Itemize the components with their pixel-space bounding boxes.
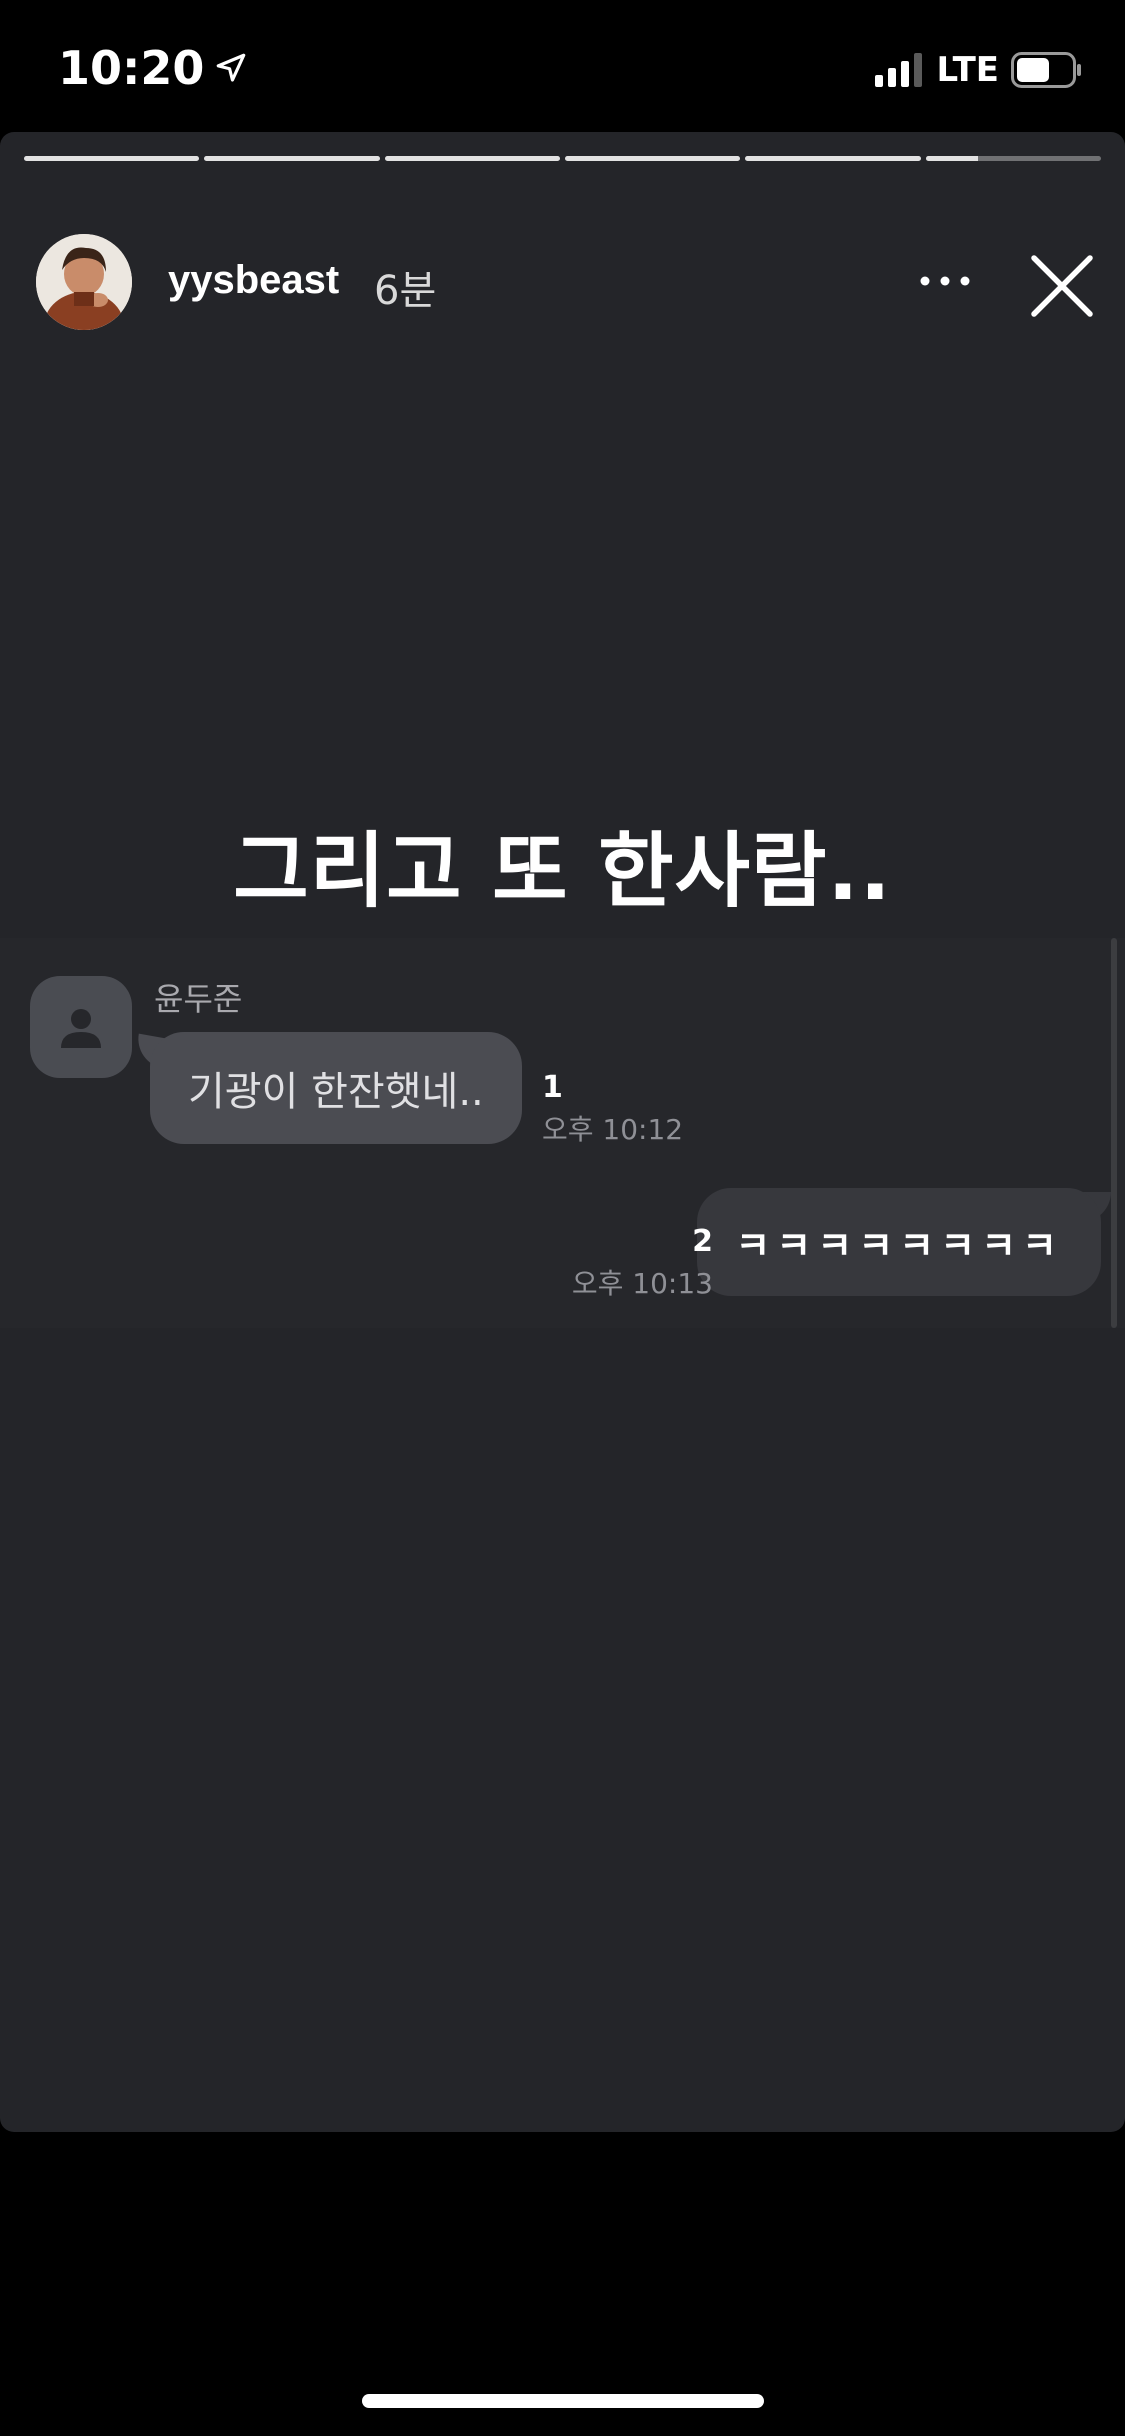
outgoing-unread-count: 2 (692, 1224, 713, 1259)
status-indicators: LTE (874, 46, 1083, 94)
close-icon (1031, 255, 1093, 317)
story-progress-segment (204, 156, 380, 161)
story-progress-bar (24, 156, 1101, 162)
story-header: yysbeast 6분 (0, 184, 1125, 330)
profile-avatar[interactable] (36, 234, 132, 330)
story-caption: 그리고 또 한사람.. (233, 824, 892, 919)
story-progress-fill (745, 156, 921, 161)
incoming-message-bubble: 기광이 한잔햇네.. (150, 1032, 522, 1144)
story-username[interactable]: yysbeast (168, 258, 339, 303)
story-progress-segment (24, 156, 200, 161)
sender-avatar (30, 976, 132, 1078)
battery-icon (1011, 52, 1081, 88)
chat-scrollbar (1111, 938, 1117, 1328)
instagram-story-screen: 10:20 LTE yysbeast 6분 그리고 또 한사람.. 윤두준 기광… (0, 0, 1125, 2436)
outgoing-message-bubble: ㅋㅋㅋㅋㅋㅋㅋㅋ (697, 1188, 1101, 1296)
story-progress-fill (24, 156, 200, 161)
outgoing-timestamp: 오후 10:13 (571, 1267, 713, 1300)
story-time-ago: 6분 (374, 268, 437, 314)
story-progress-segment (925, 156, 1101, 161)
chat-screenshot: 윤두준 기광이 한잔햇네.. 1 오후 10:12 ㅋㅋㅋㅋㅋㅋㅋㅋ 2 오후 … (0, 938, 1125, 1328)
outgoing-message-text: ㅋㅋㅋㅋㅋㅋㅋㅋ (735, 1223, 1063, 1268)
status-bar: 10:20 LTE (0, 0, 1125, 132)
sender-name: 윤두준 (154, 980, 243, 1018)
location-arrow-icon (217, 53, 246, 82)
story-progress-fill (564, 156, 741, 161)
story-card[interactable]: yysbeast 6분 그리고 또 한사람.. 윤두준 기광이 한잔햇네.. 1… (0, 132, 1125, 2132)
story-progress-segment (384, 156, 560, 161)
more-options-button[interactable] (905, 256, 985, 306)
status-time: 10:20 (58, 38, 248, 98)
default-profile-icon (61, 1009, 101, 1048)
story-progress-fill (925, 156, 979, 161)
story-progress-segment (564, 156, 741, 161)
status-time-label: 10:20 (58, 41, 205, 95)
incoming-unread-count: 1 (542, 1070, 563, 1105)
close-story-button[interactable] (1028, 252, 1096, 320)
cellular-signal-icon (874, 53, 922, 87)
network-label: LTE (936, 50, 999, 90)
more-dots-icon (920, 276, 970, 286)
story-progress-segment (745, 156, 921, 161)
story-progress-fill (384, 156, 560, 161)
profile-photo-icon (36, 234, 132, 330)
incoming-timestamp: 오후 10:12 (542, 1113, 684, 1146)
home-indicator[interactable] (362, 2394, 764, 2408)
story-progress-fill (204, 156, 380, 161)
incoming-message-text: 기광이 한잔햇네.. (188, 1069, 484, 1115)
